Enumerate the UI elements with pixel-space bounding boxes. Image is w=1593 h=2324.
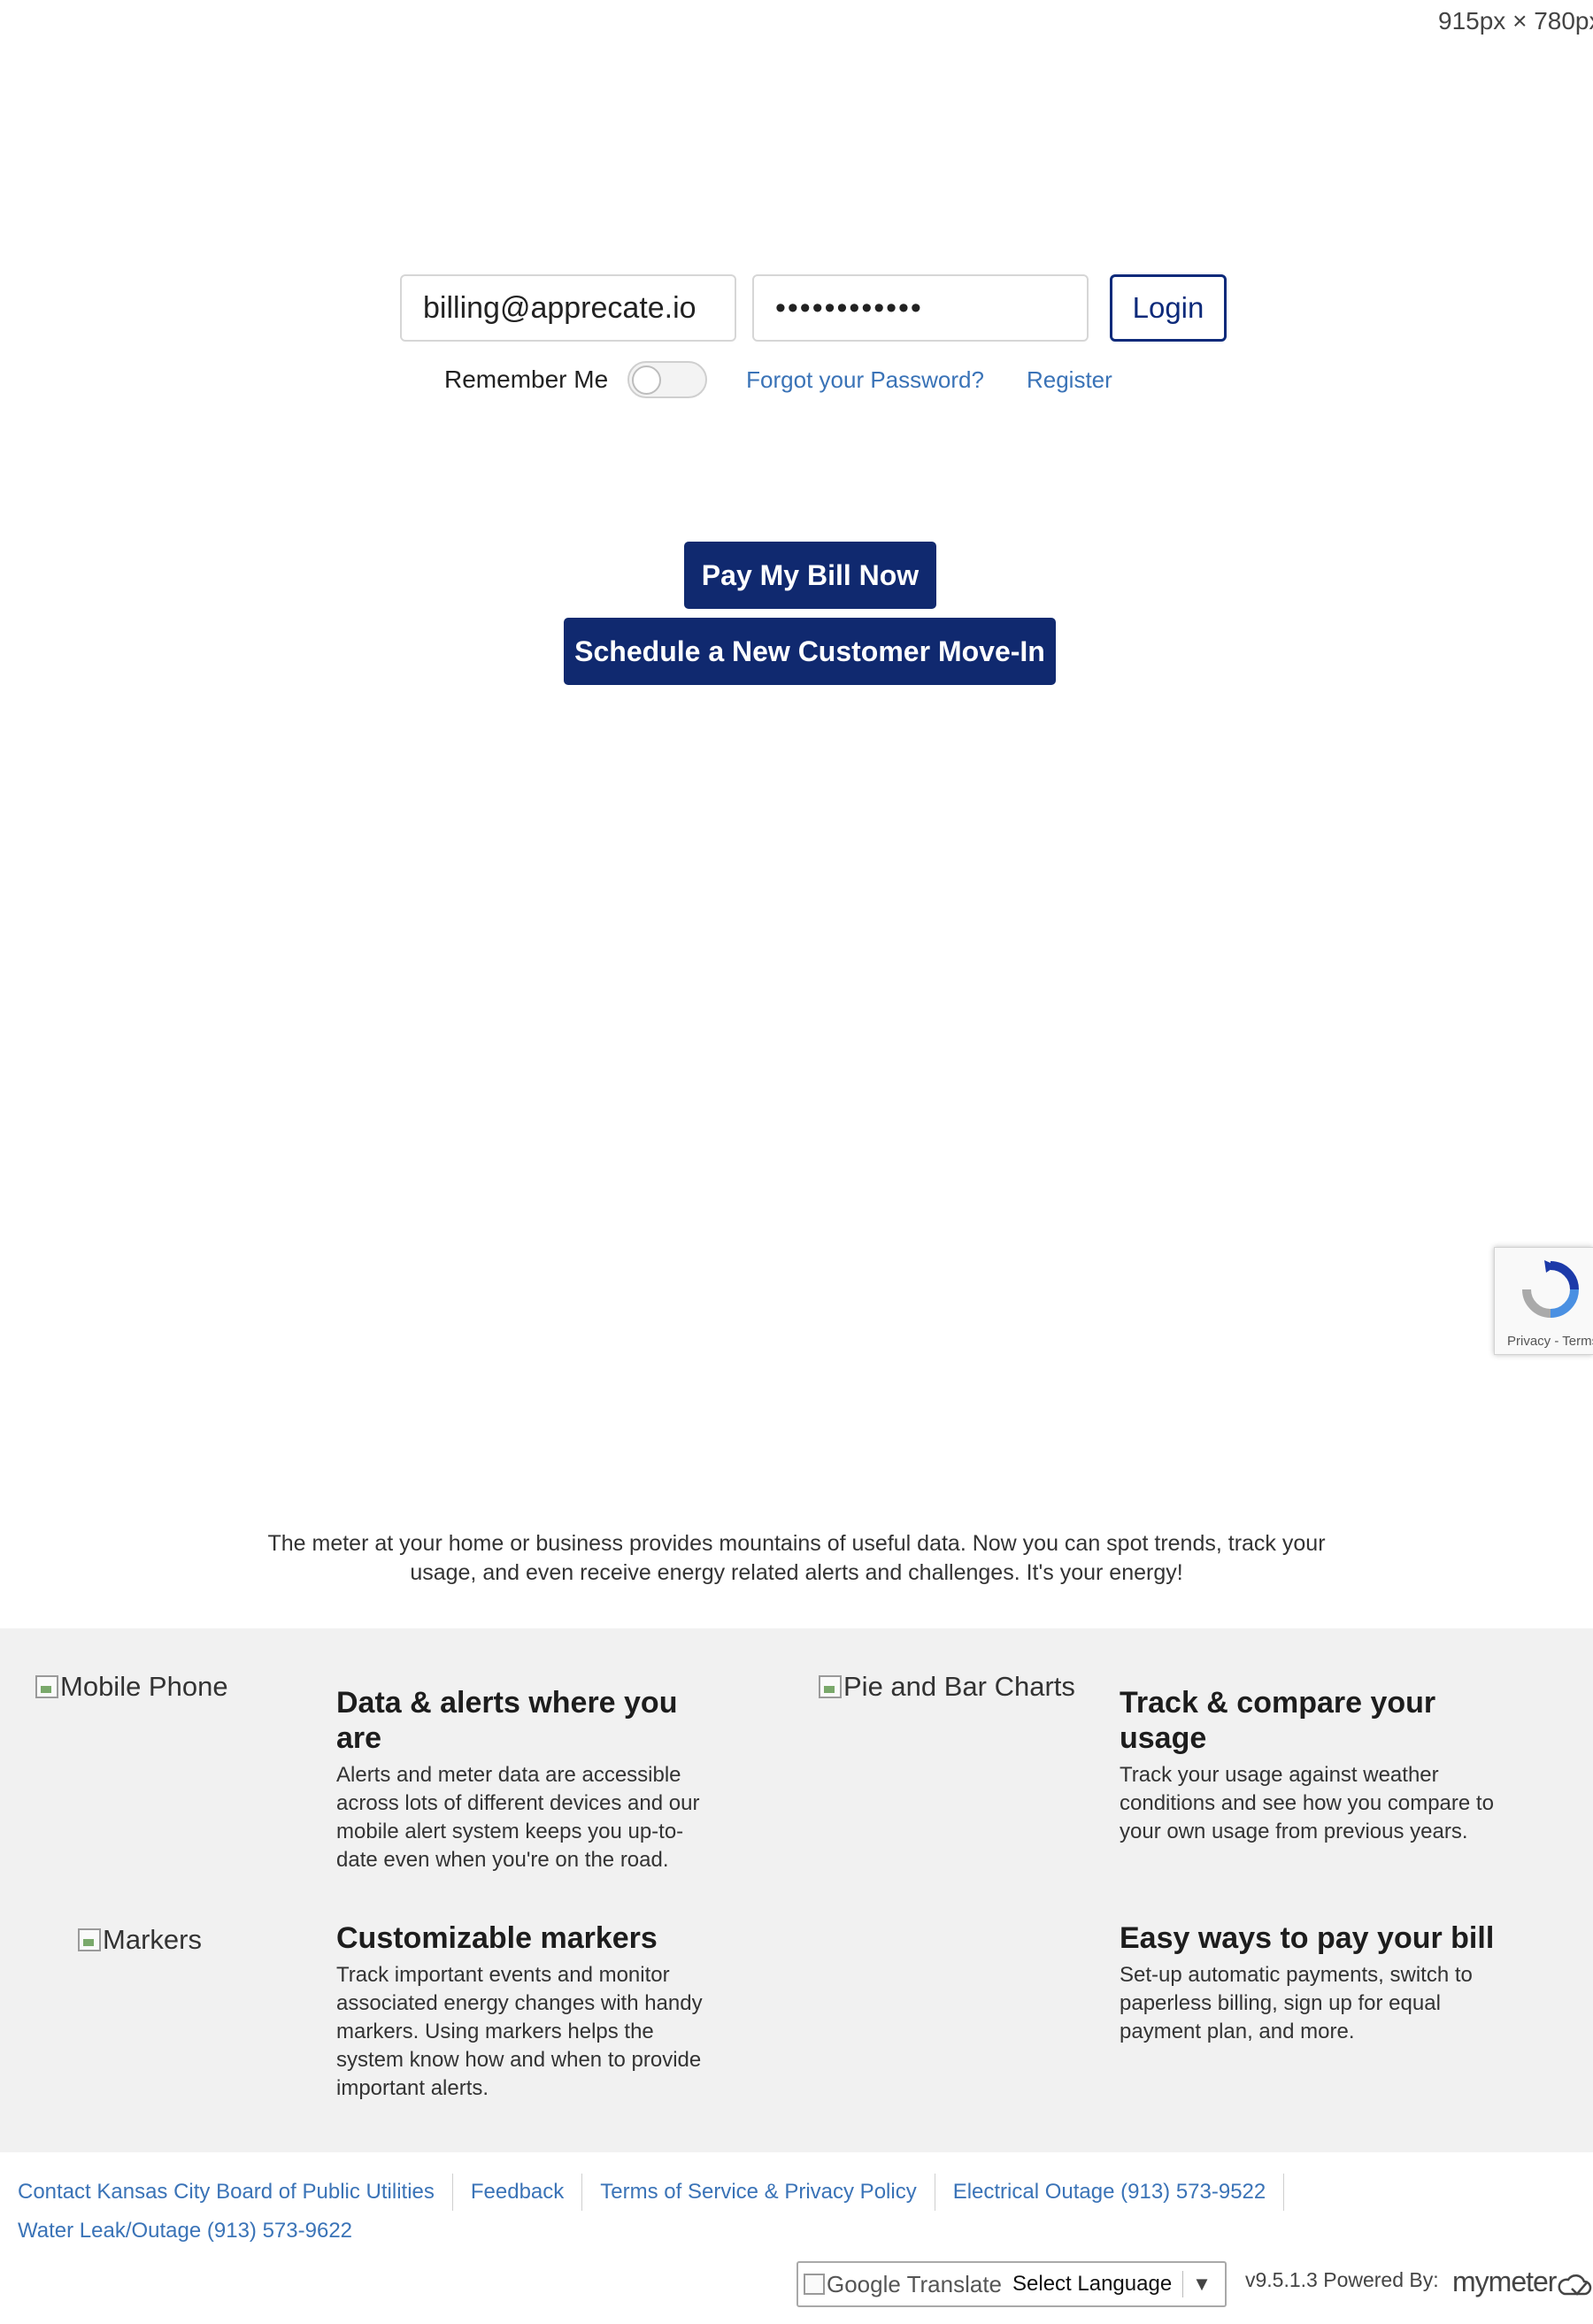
feature-markers: Customizable markers Track important eve… [336,1920,717,2103]
feature-text: Track important events and monitor assoc… [336,1963,703,2100]
contact-link[interactable]: Contact Kansas City Board of Public Util… [18,2173,435,2212]
feature-title: Data & alerts where you are [336,1686,678,1755]
recaptcha-badge[interactable]: Privacy - Terms [1494,1247,1593,1355]
broken-image-icon [35,1675,58,1698]
features-section: Mobile Phone Data & alerts where you are… [0,1628,1593,2152]
feature-title: Track & compare your usage [1120,1686,1436,1755]
broken-image-icon [819,1675,842,1698]
electrical-outage-link[interactable]: Electrical Outage (913) 573-9522 [953,2173,1266,2212]
feedback-link[interactable]: Feedback [471,2173,564,2212]
pay-bill-button[interactable]: Pay My Bill Now [684,542,936,609]
feature-title: Easy ways to pay your bill [1120,1921,1495,1955]
footer-links: Contact Kansas City Board of Public Util… [0,2173,1593,2251]
language-selector[interactable]: Google Translate Select Language ▼ [796,2261,1227,2307]
forgot-password-link[interactable]: Forgot your Password? [746,366,984,394]
divider [581,2174,583,2211]
password-field[interactable] [752,274,1089,342]
broken-image-icon [804,2274,825,2295]
divider [451,2174,453,2211]
remember-me-label: Remember Me [444,366,609,393]
mymeter-logo: mymeter [1452,2266,1593,2299]
dropdown-arrow-icon: ▼ [1192,2273,1212,2295]
feature-text: Set-up automatic payments, switch to pap… [1120,1963,1473,2043]
water-outage-link[interactable]: Water Leak/Outage (913) 573-9622 [18,2219,352,2243]
cloud-icon [1558,2274,1592,2296]
select-language-label: Select Language [1012,2272,1173,2296]
terms-link[interactable]: Terms of Service & Privacy Policy [600,2173,916,2212]
feature-track-compare: Track & compare your usage Track your us… [1120,1685,1500,1846]
register-link[interactable]: Register [1027,366,1112,394]
login-button[interactable]: Login [1110,274,1227,342]
viewport-size-indicator: 915px × 780px [1438,7,1593,35]
feature-text: Track your usage against weather conditi… [1120,1763,1494,1843]
feature-pay-bill: Easy ways to pay your bill Set-up automa… [1120,1920,1500,2046]
divider [1283,2174,1285,2211]
recaptcha-links[interactable]: Privacy - Terms [1507,1334,1593,1349]
version-text: v9.5.1.3 Powered By: [1245,2268,1439,2291]
login-form: Login [400,274,1227,342]
recaptcha-icon [1522,1260,1579,1318]
broken-image-icon [78,1928,101,1951]
pie-bar-charts-image: Pie and Bar Charts [819,1671,1075,1703]
divider [1182,2271,1184,2297]
mobile-phone-image: Mobile Phone [35,1671,228,1703]
remember-me-toggle[interactable] [627,361,708,398]
feature-data-alerts: Data & alerts where you are Alerts and m… [336,1685,717,1874]
feature-title: Customizable markers [336,1921,658,1955]
google-translate-image: Google Translate [804,2271,1002,2298]
toggle-knob [632,366,662,395]
move-in-button[interactable]: Schedule a New Customer Move-In [564,618,1056,685]
markers-image: Markers [78,1924,202,1956]
intro-text: The meter at your home or business provi… [267,1531,1326,1585]
feature-text: Alerts and meter data are accessible acr… [336,1763,700,1872]
login-options: Remember Me Forgot your Password? Regist… [444,361,1112,398]
email-field[interactable] [400,274,736,342]
